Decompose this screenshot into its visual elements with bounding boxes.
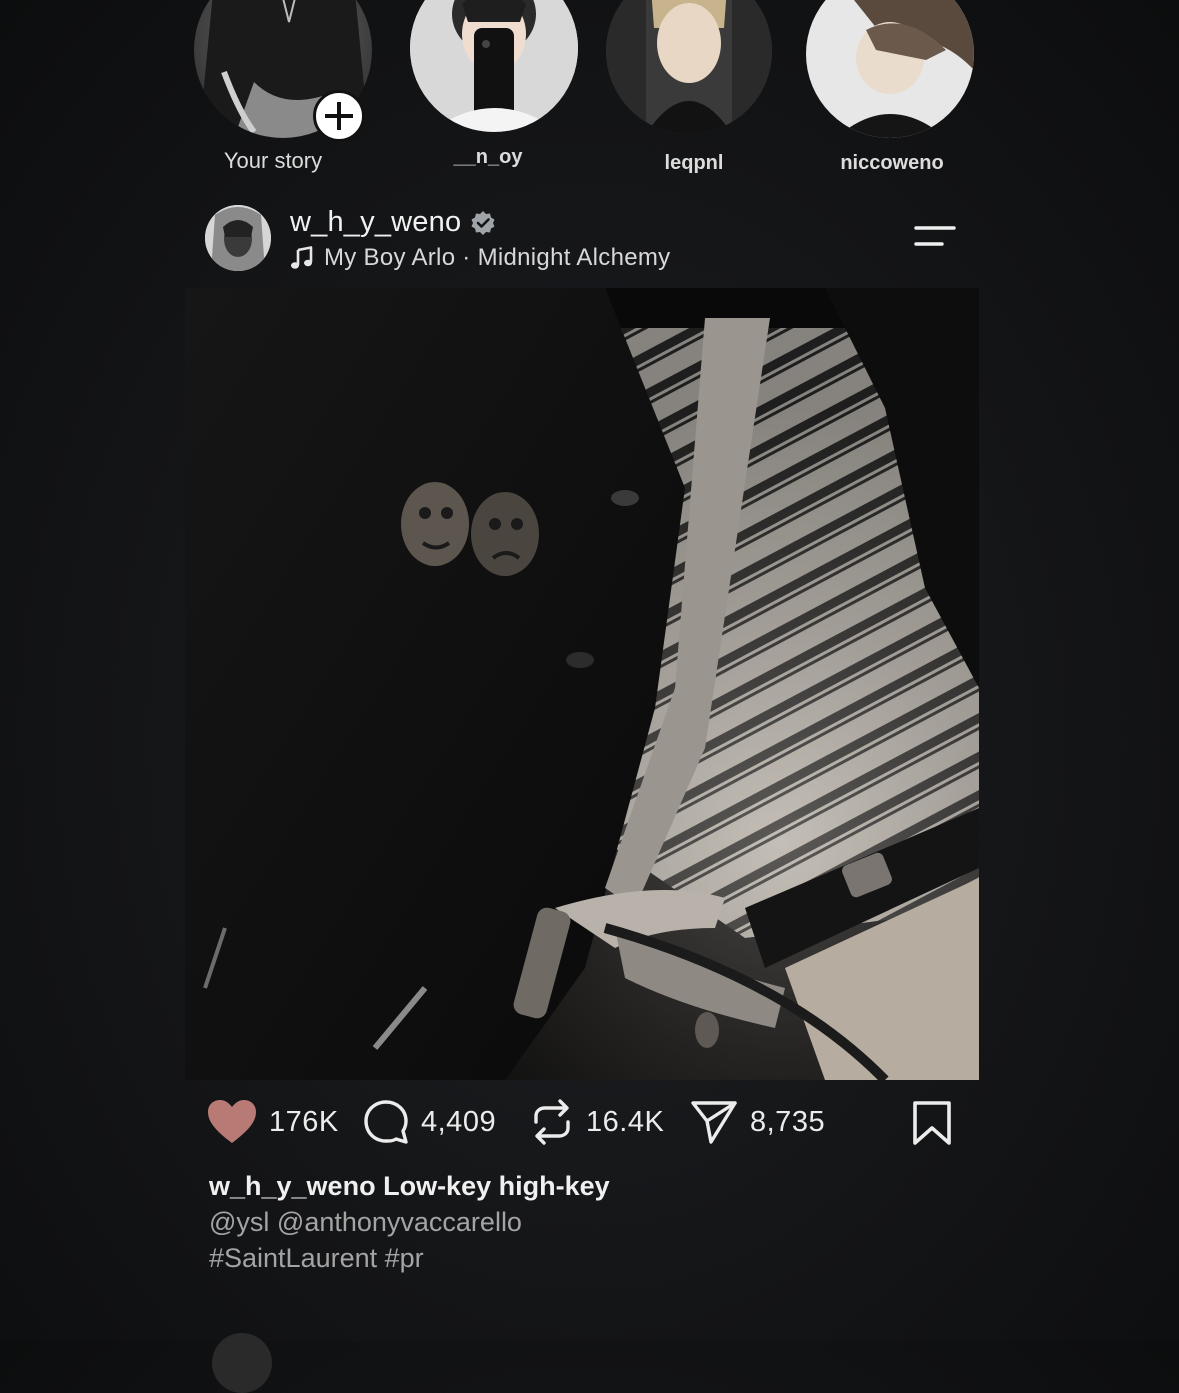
story-avatar xyxy=(806,0,974,138)
story-label: leqpnl xyxy=(664,152,724,174)
caption-text: Low-key high-key xyxy=(383,1171,610,1201)
comment-icon xyxy=(364,1100,408,1144)
share-count: 8,735 xyxy=(750,1105,826,1138)
post-username[interactable]: w_h_y_weno xyxy=(290,206,461,239)
bookmark-icon[interactable] xyxy=(911,1100,953,1146)
verified-icon xyxy=(471,211,495,235)
comment-button[interactable]: 4,409 xyxy=(363,1094,496,1150)
story-label: Your story xyxy=(223,148,323,173)
repost-button[interactable]: 16.4K xyxy=(530,1094,664,1150)
post-header: w_h_y_weno My Boy Arlo · Midnight Alchem… xyxy=(200,200,980,280)
next-post-avatar xyxy=(212,1333,272,1393)
menu-icon[interactable] xyxy=(912,222,958,250)
post-caption: w_h_y_weno Low-key high-key @ysl @anthon… xyxy=(209,1168,969,1276)
story-niccoweno[interactable]: niccoweno xyxy=(792,0,992,185)
story-your-story[interactable]: Your story xyxy=(173,0,373,185)
stories-row: Your story __n_oy leqpnl niccoweno xyxy=(0,0,1179,185)
story-label: __n_oy xyxy=(453,146,523,168)
story-avatar xyxy=(606,0,772,134)
music-title: My Boy Arlo · Midnight Alchemy xyxy=(324,244,671,271)
plus-icon[interactable] xyxy=(313,90,365,142)
post-actions: 176K 4,409 16.4K 8,735 xyxy=(205,1094,965,1150)
story-label: niccoweno xyxy=(840,152,944,174)
comment-count: 4,409 xyxy=(421,1105,497,1138)
like-button[interactable]: 176K xyxy=(207,1094,339,1150)
share-icon xyxy=(691,1101,737,1144)
repost-count: 16.4K xyxy=(586,1105,665,1138)
share-button[interactable]: 8,735 xyxy=(690,1094,825,1150)
heart-icon xyxy=(208,1100,256,1143)
post-image[interactable] xyxy=(185,288,979,1080)
like-count: 176K xyxy=(269,1105,339,1138)
caption-mentions[interactable]: @ysl @anthonyvaccarello xyxy=(209,1204,969,1240)
post-music[interactable]: My Boy Arlo · Midnight Alchemy xyxy=(290,243,670,273)
caption-line-1: w_h_y_weno Low-key high-key xyxy=(209,1168,969,1204)
post-author-avatar[interactable] xyxy=(205,205,271,271)
music-note-icon xyxy=(291,246,313,269)
caption-username[interactable]: w_h_y_weno xyxy=(209,1171,376,1201)
repost-icon xyxy=(534,1099,570,1145)
caption-hashtags[interactable]: #SaintLaurent #pr xyxy=(209,1240,969,1276)
story-avatar xyxy=(410,0,578,132)
story-leqpnl[interactable]: leqpnl xyxy=(596,0,796,185)
story-n-oy[interactable]: __n_oy xyxy=(394,0,594,185)
